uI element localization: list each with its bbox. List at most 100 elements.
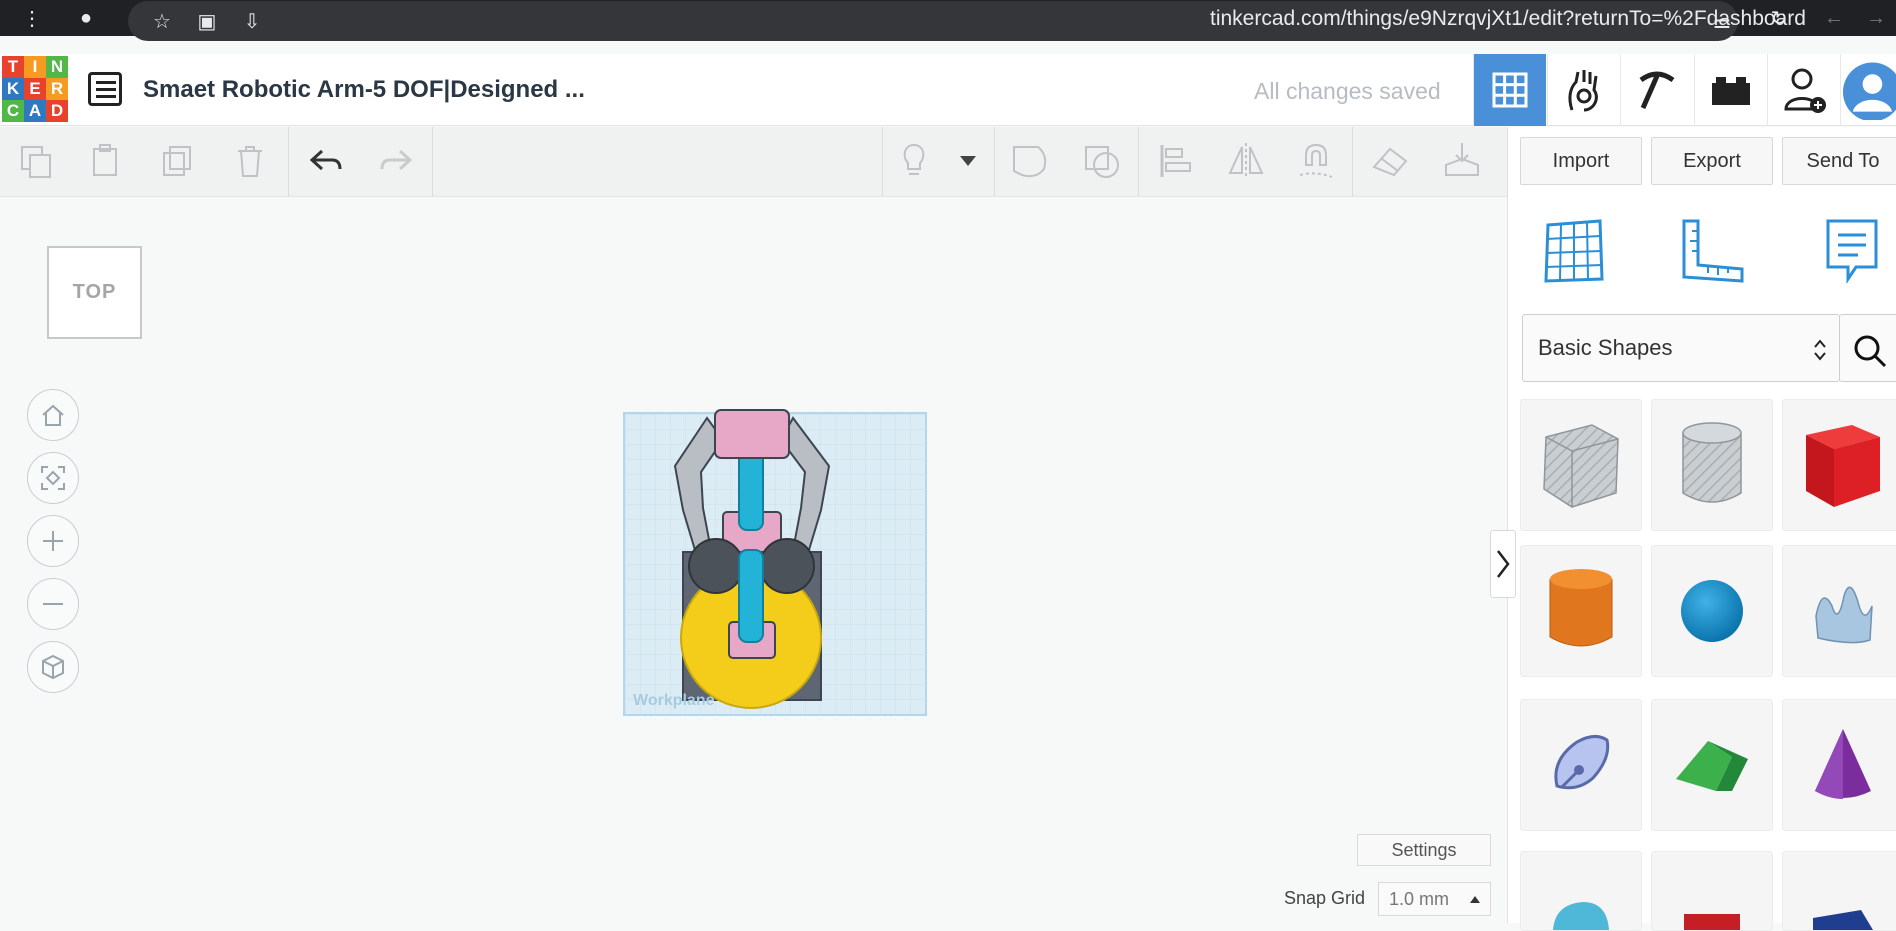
shape-text[interactable] — [1651, 851, 1773, 931]
drop-icon — [1445, 143, 1479, 176]
designs-list-icon[interactable] — [88, 72, 122, 106]
translate-icon[interactable]: ▣ — [193, 7, 221, 35]
reload-icon[interactable]: ↻ — [1765, 4, 1793, 32]
box-icon — [1806, 425, 1880, 507]
settings-button[interactable]: Settings — [1357, 834, 1491, 866]
group-icon — [1013, 146, 1047, 178]
shape-cylinder[interactable] — [1520, 545, 1642, 677]
right-panel: Import Export Send To Basic Shapes — [1507, 127, 1896, 931]
undo-button[interactable] — [306, 141, 346, 181]
align-icon — [1160, 145, 1191, 177]
workplane[interactable]: Workplane — [623, 409, 927, 716]
home-view-button[interactable] — [27, 389, 79, 441]
grid-icon — [1492, 72, 1528, 108]
redo-button[interactable] — [376, 141, 416, 181]
back-icon[interactable]: ← — [1820, 4, 1848, 32]
circuits-button[interactable] — [1547, 54, 1620, 126]
install-icon[interactable]: ⇩ — [238, 7, 266, 35]
import-button[interactable]: Import — [1520, 137, 1642, 185]
tinkercad-logo[interactable]: TINKERCAD — [2, 56, 68, 122]
shape-roof-round[interactable] — [1520, 851, 1642, 931]
toolbar-divider — [994, 127, 995, 197]
ungroup-button[interactable] — [1082, 141, 1122, 181]
projection-button[interactable] — [27, 641, 79, 693]
shape-generator-icon — [1554, 735, 1610, 790]
design-title[interactable]: Smaet Robotic Arm-5 DOF|Designed ... — [143, 76, 585, 104]
send-to-button[interactable]: Send To — [1782, 137, 1896, 185]
copy-icon — [21, 146, 51, 178]
note-icon — [1826, 219, 1878, 284]
duplicate-button[interactable] — [158, 141, 198, 181]
app-header: TINKERCAD Smaet Robotic Arm-5 DOF|Design… — [0, 54, 1896, 126]
round-roof-icon — [1553, 902, 1609, 930]
more-vert-icon[interactable]: ⋮ — [18, 4, 46, 32]
clipboard-icon — [93, 144, 117, 176]
shape-library-select[interactable]: Basic Shapes — [1522, 314, 1840, 382]
sphere-icon — [1681, 580, 1743, 642]
undo-icon — [309, 149, 342, 171]
brick-icon — [1712, 77, 1750, 105]
tune-icon[interactable]: ⚌ — [1708, 7, 1736, 35]
snap-grid-select[interactable]: 1.0 mm — [1378, 882, 1491, 916]
shape-box-hole[interactable] — [1520, 399, 1642, 531]
bricks-button[interactable] — [1694, 54, 1767, 126]
paste-button[interactable] — [86, 141, 126, 181]
ruler-icon — [1682, 219, 1744, 283]
pickaxe-icon — [1639, 71, 1675, 110]
collapse-panel-button[interactable] — [1490, 530, 1516, 598]
robotic-arm-model[interactable] — [623, 400, 927, 716]
profile-avatar[interactable] — [1840, 54, 1896, 126]
zoom-out-button[interactable] — [27, 578, 79, 630]
star-icon[interactable]: ☆ — [148, 7, 176, 35]
redo-icon — [380, 149, 413, 171]
avatar-icon — [1842, 62, 1896, 120]
magnet-icon — [1299, 143, 1333, 178]
forward-icon[interactable]: → — [1862, 4, 1890, 32]
workplane-drop-button[interactable] — [1442, 141, 1482, 181]
logo-letter: I — [24, 56, 46, 78]
align-button[interactable] — [1156, 141, 1196, 181]
share-user-button[interactable] — [1767, 54, 1840, 126]
export-button[interactable]: Export — [1651, 137, 1773, 185]
address-bar[interactable]: ☆ ▣ ⇩ tinkercad.com/things/e9NzrqvjXt1/e… — [128, 1, 1806, 41]
notes-tool-button[interactable] — [1824, 217, 1880, 285]
snap-grid-value: 1.0 mm — [1389, 889, 1450, 909]
notes-dropdown[interactable] — [948, 141, 988, 181]
copy-button[interactable] — [16, 141, 56, 181]
polygon-icon — [1813, 910, 1873, 930]
view-cube[interactable]: TOP — [47, 246, 142, 339]
shape-scribble[interactable] — [1782, 545, 1896, 677]
cruise-button[interactable] — [1296, 141, 1336, 181]
shape-custom[interactable] — [1520, 699, 1642, 831]
logo-letter: C — [2, 100, 24, 122]
home-icon — [42, 404, 64, 426]
browser-bar: ⋮ ● ☆ ▣ ⇩ tinkercad.com/things/e9NzrqvjX… — [0, 0, 1896, 41]
toolbar-divider — [288, 127, 289, 197]
shape-polygon[interactable] — [1782, 851, 1896, 931]
cylinder-hole-icon — [1682, 422, 1742, 503]
ruler-button[interactable] — [1370, 141, 1410, 181]
blocks-button[interactable] — [1620, 54, 1693, 126]
ruler-tool-button[interactable] — [1680, 217, 1746, 285]
delete-button[interactable] — [230, 141, 270, 181]
shape-roof[interactable] — [1651, 699, 1773, 831]
box-hole-icon — [1543, 424, 1619, 508]
fit-view-button[interactable] — [27, 452, 79, 504]
shape-sphere[interactable] — [1651, 545, 1773, 677]
workplane-tool-button[interactable] — [1542, 217, 1606, 285]
profile-icon[interactable]: ● — [72, 4, 100, 32]
logo-letter: E — [24, 78, 46, 100]
ungroup-icon — [1085, 146, 1119, 178]
plus-icon — [43, 531, 63, 551]
shape-cone[interactable] — [1782, 699, 1896, 831]
shape-search-button[interactable] — [1839, 314, 1896, 382]
view-3d-button[interactable] — [1473, 54, 1546, 126]
notes-button[interactable] — [894, 141, 934, 181]
group-button[interactable] — [1010, 141, 1050, 181]
text-shape-icon — [1684, 914, 1740, 930]
shape-box[interactable] — [1782, 399, 1896, 531]
zoom-in-button[interactable] — [27, 515, 79, 567]
mirror-button[interactable] — [1226, 141, 1266, 181]
shape-cylinder-hole[interactable] — [1651, 399, 1773, 531]
logo-letter: A — [24, 100, 46, 122]
